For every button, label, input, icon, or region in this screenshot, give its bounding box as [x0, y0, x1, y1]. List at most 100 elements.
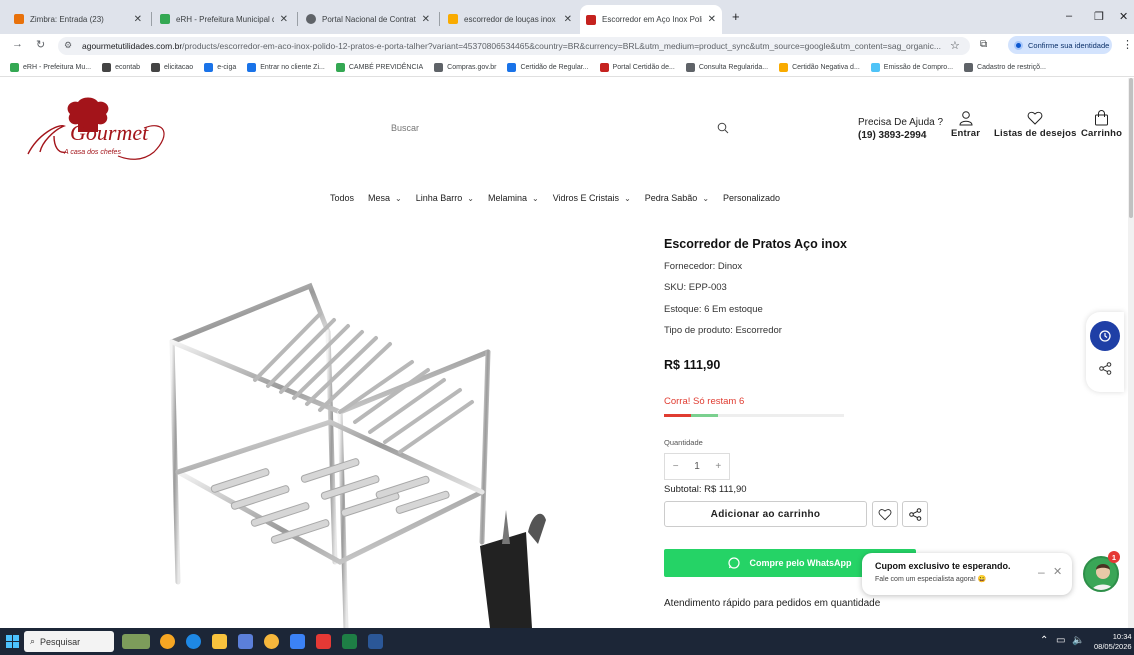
low-stock-warning: Corra! Só restam 6	[664, 396, 745, 407]
share-button[interactable]	[902, 501, 928, 527]
taskbar-clock[interactable]: 10:34 08/05/2026	[1094, 632, 1132, 652]
nav-item[interactable]: Linha Barro ⌄	[416, 193, 474, 203]
browser-toolbar: → ↻ agourmetutilidades.com.br/products/e…	[0, 34, 1134, 58]
subtotal: Subtotal: R$ 111,90	[664, 484, 747, 495]
nav-item[interactable]: Melamina ⌄	[488, 193, 539, 203]
tab-product-active[interactable]: Escorredor em Aço Inox Polido ✕	[580, 5, 722, 34]
menu-kebab-icon[interactable]: ⋮	[1122, 38, 1133, 51]
wishlist-button[interactable]: Listas de desejos	[994, 110, 1077, 139]
close-window-button[interactable]: ✕	[1119, 10, 1128, 23]
login-button[interactable]: Entrar	[951, 110, 980, 139]
nav-item[interactable]: Personalizado	[723, 193, 780, 203]
taskbar-search[interactable]: ⌕ Pesquisar	[24, 631, 114, 652]
nav-item[interactable]: Todos	[330, 193, 354, 203]
notes-icon[interactable]	[290, 634, 305, 649]
product-image[interactable]	[150, 262, 570, 631]
bookmark-item[interactable]: Consulta Regularida...	[685, 62, 768, 72]
bookmark-item[interactable]: Entrar no cliente Zi...	[247, 62, 325, 72]
coupon-minimize-button[interactable]: –	[1038, 565, 1045, 579]
tab-google-search[interactable]: escorredor de louças inox - Go ✕	[442, 7, 578, 31]
shopping-bag-icon	[1095, 110, 1109, 126]
tab-portal-nacional[interactable]: Portal Nacional de Contratação ✕	[300, 7, 436, 31]
bookmark-item[interactable]: Certidão de Regular...	[507, 62, 589, 72]
news-widget-icon[interactable]	[122, 634, 150, 649]
help-contact[interactable]: Precisa De Ajuda ? (19) 3893-2994	[858, 116, 943, 142]
bookmark-item[interactable]: Emissão de Compro...	[870, 62, 954, 72]
bookmark-label: Cadastro de restriçõ...	[977, 63, 1046, 71]
chevron-down-icon: ⌄	[532, 193, 539, 203]
add-to-cart-button[interactable]: Adicionar ao carrinho	[664, 501, 867, 527]
bookmark-star-icon[interactable]: ☆	[950, 39, 960, 52]
volume-icon[interactable]: 🔈	[1072, 635, 1084, 646]
edge-icon[interactable]	[186, 634, 201, 649]
page-scrollbar[interactable]	[1128, 78, 1134, 628]
coupon-popup[interactable]: Cupom exclusivo te esperando. Fale com u…	[862, 553, 1072, 595]
tab-zimbra[interactable]: Zimbra: Entrada (23) ✕	[8, 7, 148, 31]
nav-item-label: Linha Barro	[415, 193, 463, 203]
bookmark-item[interactable]: Compras.gov.br	[434, 62, 496, 72]
tab-close-icon[interactable]: ✕	[134, 14, 142, 25]
tab-close-icon[interactable]: ✕	[708, 14, 716, 25]
forward-icon[interactable]: →	[12, 38, 23, 50]
logo-text: Gourmet	[70, 120, 149, 145]
tab-close-icon[interactable]: ✕	[422, 14, 430, 25]
minimize-button[interactable]: –	[1066, 10, 1072, 22]
bookmark-label: Certidão de Regular...	[520, 63, 589, 71]
new-tab-button[interactable]: +	[732, 9, 740, 24]
extensions-icon[interactable]: ⧉	[980, 39, 987, 50]
network-icon[interactable]: ▭	[1056, 635, 1065, 646]
nav-item-label: Pedra Sabão	[644, 193, 698, 203]
site-info-icon[interactable]: ⚙	[64, 40, 72, 51]
chrome-icon[interactable]	[264, 634, 279, 649]
nav-item[interactable]: Mesa ⌄	[368, 193, 402, 203]
scrollbar-thumb[interactable]	[1129, 78, 1133, 218]
coupon-close-button[interactable]: ✕	[1053, 565, 1062, 578]
bookmark-item[interactable]: Cadastro de restriçõ...	[964, 62, 1046, 72]
nav-item-label: Vidros E Cristais	[552, 193, 620, 203]
search-icon[interactable]	[717, 122, 729, 134]
address-bar[interactable]: agourmetutilidades.com.br/products/escor…	[58, 37, 970, 55]
cart-button[interactable]: Carrinho	[1081, 110, 1122, 139]
file-explorer-icon[interactable]	[212, 634, 227, 649]
bookmark-item[interactable]: e-ciga	[204, 62, 236, 72]
teams-icon[interactable]	[238, 634, 253, 649]
recently-viewed-button[interactable]	[1090, 321, 1120, 351]
product-vendor: Fornecedor: Dinox	[664, 261, 743, 272]
quantity-value[interactable]: 1	[694, 461, 700, 472]
restore-button[interactable]: ❐	[1094, 10, 1104, 23]
copilot-icon[interactable]	[160, 634, 175, 649]
bookmark-item[interactable]: CAMBÉ PREVIDÊNCIA	[335, 62, 423, 72]
windows-start-icon[interactable]	[6, 635, 19, 648]
quantity-decrease-button[interactable]: −	[673, 461, 679, 472]
tab-erh[interactable]: eRH - Prefeitura Municipal de C ✕	[154, 7, 294, 31]
bookmark-item[interactable]: elicitacao	[151, 62, 193, 72]
add-to-wishlist-button[interactable]	[872, 501, 898, 527]
tab-close-icon[interactable]: ✕	[564, 14, 572, 25]
excel-icon[interactable]	[342, 634, 357, 649]
identity-button[interactable]: Confirme sua identidade	[1008, 36, 1112, 54]
nav-item[interactable]: Pedra Sabão ⌄	[645, 193, 709, 203]
tray-chevron-icon[interactable]: ⌃	[1040, 635, 1048, 646]
search-input[interactable]	[391, 117, 711, 139]
nav-item-label: Todos	[330, 193, 355, 203]
floating-share-button[interactable]	[1092, 357, 1118, 379]
reload-icon[interactable]: ↻	[36, 38, 45, 51]
site-logo[interactable]: Gourmet A casa dos chefes	[26, 96, 176, 166]
coupon-subtitle: Fale com um especialista agora! 😀	[875, 576, 987, 583]
bookmark-item[interactable]: Certidão Negativa d...	[779, 62, 860, 72]
nav-item-label: Melamina	[487, 193, 527, 203]
quantity-increase-button[interactable]: +	[715, 461, 721, 472]
bookmark-item[interactable]: Portal Certidão de...	[599, 62, 675, 72]
tab-close-icon[interactable]: ✕	[280, 14, 288, 25]
nav-item[interactable]: Vidros E Cristais ⌄	[553, 193, 631, 203]
tab-separator	[439, 12, 440, 26]
bookmark-item[interactable]: eRH - Prefeitura Mu...	[10, 62, 91, 72]
chevron-down-icon: ⌄	[702, 193, 710, 203]
word-icon[interactable]	[368, 634, 383, 649]
pdf-reader-icon[interactable]	[316, 634, 331, 649]
bookmark-label: Emissão de Compro...	[883, 63, 954, 71]
share-icon	[1098, 361, 1111, 375]
bookmark-item[interactable]: econtab	[102, 62, 140, 72]
search-icon: ⌕	[30, 636, 36, 646]
whatsapp-label: Compre pelo WhatsApp	[749, 558, 852, 568]
